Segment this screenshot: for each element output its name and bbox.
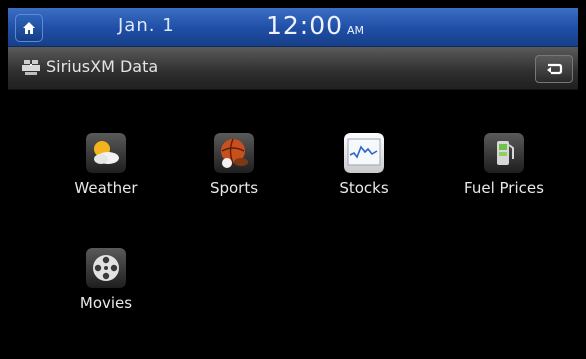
app-sports[interactable]: Sports bbox=[184, 133, 284, 215]
movies-icon bbox=[86, 248, 126, 288]
app-label-stocks: Stocks bbox=[339, 179, 389, 197]
app-label-sports: Sports bbox=[209, 179, 259, 197]
app-weather[interactable]: Weather bbox=[56, 133, 156, 215]
app-stocks[interactable]: Stocks bbox=[314, 133, 414, 215]
fuel-prices-icon bbox=[484, 133, 524, 173]
stocks-icon bbox=[344, 133, 384, 173]
screen: Jan. 1 12:00 AM SiriusXM Data Weather Sp… bbox=[8, 8, 578, 352]
page-title: SiriusXM Data bbox=[46, 57, 159, 76]
app-label-movies: Movies bbox=[79, 294, 133, 312]
status-bar: Jan. 1 12:00 AM bbox=[8, 8, 578, 47]
status-date: Jan. 1 bbox=[118, 15, 175, 36]
title-bar: SiriusXM Data bbox=[8, 47, 578, 90]
back-arrow-icon bbox=[547, 63, 563, 75]
status-time: 12:00 bbox=[266, 11, 344, 40]
back-button[interactable] bbox=[535, 55, 573, 83]
app-fuel-prices[interactable]: Fuel Prices bbox=[454, 133, 554, 215]
weather-icon bbox=[86, 133, 126, 173]
home-icon bbox=[23, 22, 35, 34]
app-label-weather: Weather bbox=[74, 179, 138, 197]
app-label-fuel-prices: Fuel Prices bbox=[464, 179, 544, 197]
satellite-icon bbox=[22, 60, 40, 75]
app-movies[interactable]: Movies bbox=[56, 248, 156, 330]
sports-icon bbox=[214, 133, 254, 173]
status-ampm: AM bbox=[347, 24, 365, 37]
home-button[interactable] bbox=[15, 14, 43, 42]
